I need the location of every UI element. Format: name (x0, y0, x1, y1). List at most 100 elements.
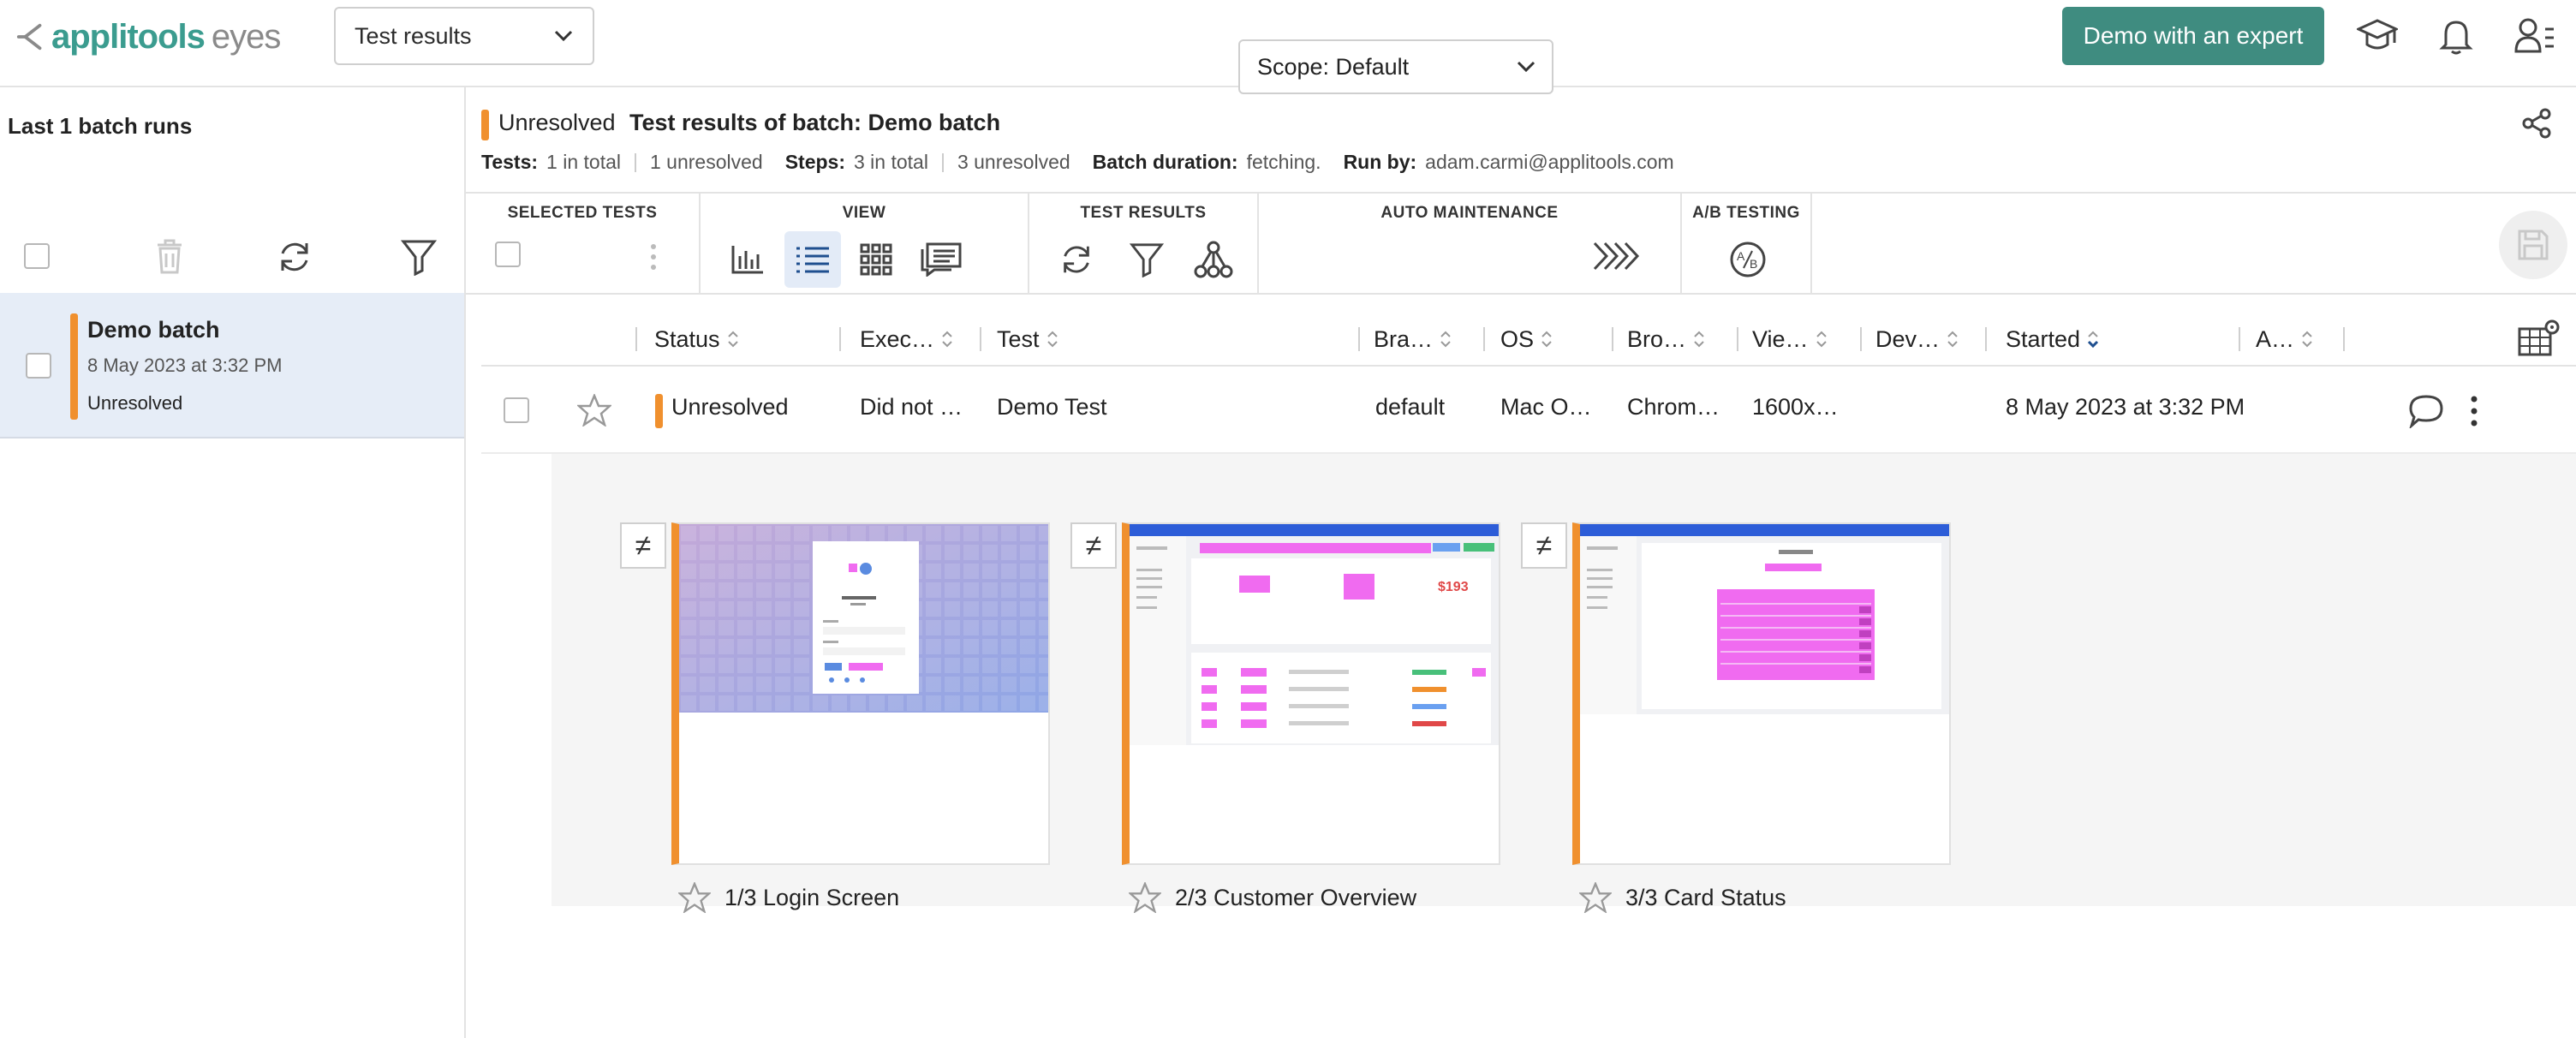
batch-item-status: Unresolved (87, 392, 183, 414)
column-execution[interactable]: Exec… (860, 324, 953, 355)
column-settings-icon[interactable] (2518, 319, 2561, 362)
svg-text:$193: $193 (1438, 580, 1469, 594)
row-execution: Did not … (860, 394, 963, 420)
row-started: 8 May 2023 at 3:32 PM (2006, 394, 2245, 420)
star-icon[interactable] (1579, 882, 1612, 913)
bar-chart-icon[interactable] (719, 231, 776, 288)
not-equal-icon[interactable]: ≠ (1521, 522, 1567, 569)
not-equal-icon[interactable]: ≠ (620, 522, 666, 569)
logo-text-secondary: eyes (211, 17, 281, 56)
applitools-logo-icon (16, 23, 42, 51)
column-started[interactable]: Started (2006, 324, 2099, 355)
hierarchy-icon[interactable] (1185, 231, 1242, 288)
chevron-down-icon (1517, 61, 1535, 73)
column-browser[interactable]: Bro… (1627, 324, 1705, 355)
test-results-group: TEST RESULTS (1029, 194, 1259, 293)
star-icon[interactable] (1129, 882, 1161, 913)
auto-maintenance-group: AUTO MAINTENANCE (1259, 194, 1682, 293)
step-thumbnail[interactable] (1572, 522, 1951, 865)
select-all-batches-checkbox[interactable] (24, 243, 50, 269)
column-test[interactable]: Test (997, 324, 1058, 355)
grid-view-icon[interactable] (848, 231, 904, 288)
filter-results-icon[interactable] (1118, 231, 1175, 288)
step-thumbnail[interactable] (671, 522, 1050, 865)
select-all-tests-checkbox[interactable] (495, 242, 521, 267)
steps-unresolved: 3 unresolved (957, 151, 1070, 173)
applitools-logo[interactable]: applitools eyes (15, 15, 281, 58)
batch-list-title: Last 1 batch runs (8, 113, 193, 139)
save-button[interactable] (2499, 211, 2567, 279)
view-group: VIEW (701, 194, 1029, 293)
view-select[interactable]: Test results (334, 7, 594, 65)
share-icon[interactable] (2521, 108, 2552, 139)
steps-label: Steps: (784, 151, 845, 173)
batch-item-checkbox[interactable] (26, 353, 51, 379)
step-label: 2/3 Customer Overview (1129, 882, 1416, 913)
auto-maintenance-label: AUTO MAINTENANCE (1380, 204, 1559, 222)
row-status-indicator (655, 394, 663, 428)
row-os: Mac O… (1500, 394, 1592, 420)
svg-text:B: B (1750, 257, 1757, 271)
column-assignee[interactable]: A… (2256, 324, 2313, 355)
batch-list-toolbar (0, 231, 464, 283)
table-row[interactable]: Unresolved Did not … Demo Test default M… (481, 368, 2576, 454)
row-viewport: 1600x… (1752, 394, 1839, 420)
duration-label: Batch duration: (1092, 151, 1238, 173)
more-vertical-icon[interactable] (649, 242, 658, 277)
save-icon (2518, 230, 2549, 260)
demo-with-expert-button[interactable]: Demo with an expert (2062, 7, 2324, 65)
test-steps-panel: ≠ 1/3 Login Screen ≠ $193 2/3 Customer O… (552, 454, 2576, 913)
column-status[interactable]: Status (654, 324, 739, 355)
ab-test-icon[interactable]: AB (1720, 231, 1776, 288)
selected-tests-label: SELECTED TESTS (507, 204, 658, 222)
page-title: Test results of batch: Demo batch (629, 110, 1001, 135)
batch-list-item[interactable]: Demo batch 8 May 2023 at 3:32 PM Unresol… (0, 293, 464, 438)
auto-maintenance-icon[interactable] (1593, 236, 1643, 280)
star-icon[interactable] (678, 882, 711, 913)
results-toolbar: SELECTED TESTS VIEW TEST RESULTS AUTO MA… (466, 192, 2576, 295)
results-table-header: Status Exec… Test Bra… OS Bro… Vie… Dev…… (481, 313, 2576, 367)
tests-label: Tests: (481, 151, 539, 173)
bell-icon[interactable] (2436, 15, 2477, 57)
run-by-label: Run by: (1343, 151, 1417, 173)
graduation-cap-icon[interactable] (2357, 15, 2398, 57)
step-label: 3/3 Card Status (1579, 882, 1786, 913)
row-browser: Chrom… (1627, 394, 1720, 420)
logo-text-primary: applitools (51, 17, 206, 56)
comments-view-icon[interactable] (913, 231, 969, 288)
comment-icon[interactable] (2408, 394, 2444, 432)
tests-total: 1 in total (546, 151, 621, 173)
refresh-icon[interactable] (276, 238, 313, 280)
scope-select[interactable]: Scope: Default (1238, 39, 1553, 94)
batch-meta: Tests: 1 in total 1 unresolved Steps: 3 … (481, 151, 1674, 174)
step-label: 1/3 Login Screen (678, 882, 899, 913)
column-branch[interactable]: Bra… (1374, 324, 1452, 355)
refresh-results-icon[interactable] (1048, 231, 1105, 288)
column-viewport[interactable]: Vie… (1752, 324, 1828, 355)
user-menu-icon[interactable] (2514, 15, 2555, 57)
column-device[interactable]: Dev… (1875, 324, 1959, 355)
column-os[interactable]: OS (1500, 324, 1553, 355)
more-vertical-icon[interactable] (2470, 394, 2478, 432)
filter-icon[interactable] (400, 238, 438, 280)
batch-item-date: 8 May 2023 at 3:32 PM (87, 355, 283, 376)
divider (635, 152, 636, 172)
not-equal-icon[interactable]: ≠ (1070, 522, 1117, 569)
step-thumbnail[interactable]: $193 (1122, 522, 1500, 865)
view-label: VIEW (842, 204, 886, 222)
view-select-value: Test results (355, 22, 472, 49)
divider (941, 152, 944, 172)
batch-item-name: Demo batch (87, 317, 220, 343)
row-status: Unresolved (671, 394, 789, 420)
step-name: 2/3 Customer Overview (1175, 884, 1417, 910)
row-checkbox[interactable] (504, 397, 529, 423)
trash-icon[interactable] (154, 238, 185, 278)
tests-unresolved: 1 unresolved (650, 151, 763, 173)
star-icon[interactable] (575, 392, 613, 431)
row-test-name: Demo Test (997, 394, 1107, 420)
test-results-label: TEST RESULTS (1080, 204, 1207, 222)
duration-value: fetching. (1246, 151, 1321, 173)
list-view-icon[interactable] (784, 231, 841, 288)
selected-tests-group: SELECTED TESTS (466, 194, 701, 293)
chevron-down-icon (554, 30, 573, 42)
